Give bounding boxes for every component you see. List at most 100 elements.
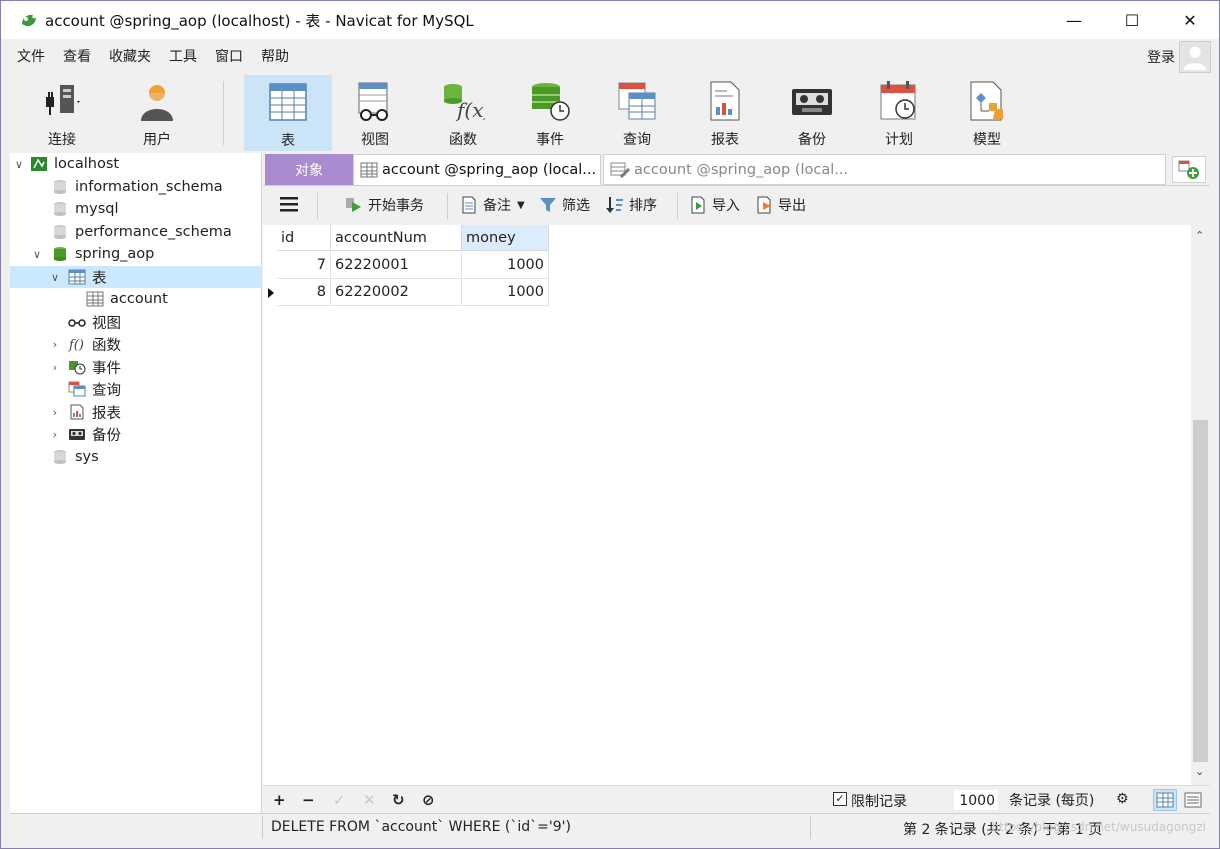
stop-icon[interactable]: ⊘ xyxy=(422,791,435,809)
form-view-button[interactable] xyxy=(1181,789,1205,811)
tree-item-account[interactable]: account xyxy=(10,288,262,310)
column-header-accountnum[interactable]: accountNum xyxy=(331,225,462,251)
chevron-right-icon[interactable]: › xyxy=(48,338,62,351)
svg-text:f(): f() xyxy=(68,338,84,352)
transaction-icon xyxy=(346,198,361,212)
gear-icon[interactable]: ⚙ xyxy=(1116,791,1129,807)
tab-account-design[interactable]: account @spring_aop (local... xyxy=(603,154,1166,185)
table-button[interactable]: 表 xyxy=(244,75,332,151)
add-record-icon[interactable]: + xyxy=(273,791,286,809)
app-window: account @spring_aop (localhost) - 表 - Na… xyxy=(0,0,1220,849)
cell-accountnum[interactable]: 62220001 xyxy=(331,252,462,279)
toolbar-divider xyxy=(317,193,318,219)
tree-item-mysql[interactable]: mysql xyxy=(10,198,262,220)
user-button[interactable]: 用户 xyxy=(113,75,201,151)
apply-changes-icon[interactable]: ✓ xyxy=(333,791,346,809)
tree-label: information_schema xyxy=(75,179,223,195)
filter-button[interactable]: 筛选 xyxy=(539,195,590,215)
tree-item-reports[interactable]: › 报表 xyxy=(10,401,262,423)
tree-label: spring_aop xyxy=(75,246,155,262)
last-sql-statement: DELETE FROM `account` WHERE (`id`='9') xyxy=(271,819,571,835)
tab-objects[interactable]: 对象 xyxy=(265,154,353,185)
tree-item-information-schema[interactable]: information_schema xyxy=(10,176,262,198)
limit-records-input[interactable]: 1000 xyxy=(953,789,999,811)
limit-records-checkbox[interactable]: ✓ xyxy=(833,792,847,806)
query-button[interactable]: 查询 xyxy=(593,75,681,151)
grid-view-button[interactable] xyxy=(1153,789,1177,811)
column-header-money[interactable]: money xyxy=(462,225,549,251)
scroll-down-icon[interactable]: ⌄ xyxy=(1195,765,1204,778)
tree-item-views[interactable]: 视图 xyxy=(10,311,262,333)
tree-item-localhost[interactable]: ∨ localhost xyxy=(10,153,262,175)
tree-label: 事件 xyxy=(92,360,121,377)
current-row-arrow-icon xyxy=(268,287,274,298)
import-button[interactable]: 导入 xyxy=(689,195,740,215)
login-link[interactable]: 登录 xyxy=(1147,47,1175,67)
sort-button[interactable]: 排序 xyxy=(606,195,657,215)
model-button[interactable]: 模型 xyxy=(943,75,1031,151)
tree-item-sys[interactable]: sys xyxy=(10,446,262,468)
report-button[interactable]: 报表 xyxy=(681,75,769,151)
maximize-button[interactable]: ☐ xyxy=(1103,1,1161,39)
chevron-down-icon[interactable]: ∨ xyxy=(48,271,62,284)
cell-money[interactable]: 1000 xyxy=(462,279,549,306)
menu-tools[interactable]: 工具 xyxy=(160,46,206,66)
discard-changes-icon[interactable]: ✕ xyxy=(363,791,376,809)
database-icon xyxy=(54,225,66,239)
column-header-id[interactable]: id xyxy=(277,225,331,251)
scroll-up-icon[interactable]: ⌃ xyxy=(1195,229,1204,242)
cell-id[interactable]: 8 xyxy=(277,279,331,306)
chevron-right-icon[interactable]: › xyxy=(48,428,62,441)
tree-item-tables[interactable]: ∨ 表 xyxy=(10,266,262,288)
menu-view[interactable]: 查看 xyxy=(54,46,100,66)
cell-money[interactable]: 1000 xyxy=(462,252,549,279)
tree-item-functions[interactable]: › f() 函数 xyxy=(10,333,262,355)
tree-item-performance-schema[interactable]: performance_schema xyxy=(10,221,262,243)
query-icon xyxy=(618,82,656,120)
refresh-icon[interactable]: ↻ xyxy=(392,791,405,809)
chevron-down-icon[interactable]: ∨ xyxy=(12,158,26,171)
menu-help[interactable]: 帮助 xyxy=(252,46,298,66)
svg-text:f(x): f(x) xyxy=(455,98,485,122)
menu-favorites[interactable]: 收藏夹 xyxy=(100,46,160,66)
vertical-scrollbar[interactable]: ⌃ ⌄ xyxy=(1191,225,1210,785)
toolbar-label: 连接 xyxy=(48,132,76,148)
chevron-right-icon[interactable]: › xyxy=(48,406,62,419)
tree-label: performance_schema xyxy=(75,224,232,240)
export-button[interactable]: 导出 xyxy=(755,195,806,215)
tree-label: 视图 xyxy=(92,315,121,332)
tree-item-spring-aop[interactable]: ∨ spring_aop xyxy=(10,243,262,265)
delete-record-icon[interactable]: − xyxy=(302,791,315,809)
cell-id[interactable]: 7 xyxy=(277,252,331,279)
filter-label: 筛选 xyxy=(562,198,590,214)
memo-button[interactable]: 备注 ▼ xyxy=(460,195,525,215)
schedule-button[interactable]: 计划 xyxy=(855,75,943,151)
chevron-right-icon[interactable]: › xyxy=(48,361,62,374)
menu-file[interactable]: 文件 xyxy=(8,46,54,66)
scrollbar-thumb[interactable] xyxy=(1193,420,1208,762)
backup-button[interactable]: 备份 xyxy=(768,75,856,151)
database-active-icon xyxy=(54,247,66,261)
tree-item-queries[interactable]: 查询 xyxy=(10,378,262,400)
close-button[interactable]: ✕ xyxy=(1161,1,1219,39)
view-button[interactable]: 视图 xyxy=(331,75,419,151)
data-toolbar: 开始事务 备注 ▼ 筛选 排序 导入 导出 xyxy=(263,187,1210,225)
menu-button[interactable] xyxy=(279,195,299,213)
avatar[interactable] xyxy=(1179,41,1211,73)
toolbar-label: 计划 xyxy=(885,132,913,148)
chevron-down-icon[interactable]: ∨ xyxy=(30,248,44,261)
tree-item-events[interactable]: › 事件 xyxy=(10,356,262,378)
grid-view-icon xyxy=(1156,792,1174,808)
tab-account-table[interactable]: account @spring_aop (local... xyxy=(353,154,601,185)
begin-transaction-button[interactable]: 开始事务 xyxy=(345,195,424,215)
schedule-icon xyxy=(880,81,916,120)
cell-accountnum[interactable]: 62220002 xyxy=(331,279,462,306)
minimize-button[interactable]: — xyxy=(1045,1,1103,39)
tree-item-backups[interactable]: › 备份 xyxy=(10,423,262,445)
function-button[interactable]: f(x) 函数 xyxy=(419,75,507,151)
menu-window[interactable]: 窗口 xyxy=(206,46,252,66)
new-tab-button[interactable] xyxy=(1172,156,1206,183)
event-button[interactable]: 事件 xyxy=(506,75,594,151)
navicat-logo-icon xyxy=(22,14,36,27)
connection-button[interactable]: 连接 xyxy=(18,75,106,151)
